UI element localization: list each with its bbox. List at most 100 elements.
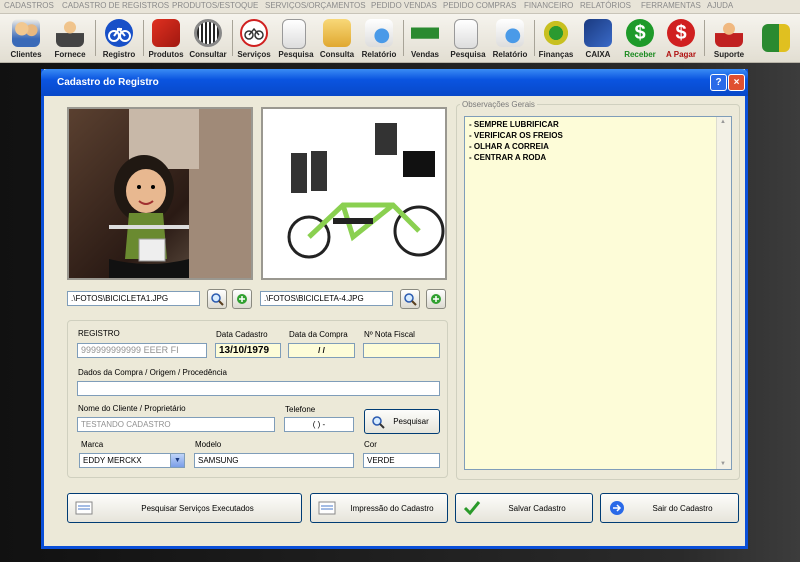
chevron-down-icon[interactable]: ▼: [170, 454, 184, 467]
data-cadastro-field[interactable]: 13/10/1979: [215, 343, 281, 358]
pesquisar-servicos-button[interactable]: Pesquisar Serviços Executados: [67, 493, 302, 523]
modelo-label: Modelo: [195, 440, 222, 449]
nota-fiscal-field[interactable]: [363, 343, 440, 358]
toolbar-fornece-button[interactable]: Fornece: [48, 16, 92, 60]
child-bicycle-photo: [109, 109, 251, 278]
observacoes-scrollbar[interactable]: ▲ ▼: [716, 117, 731, 469]
menu-relatorios[interactable]: RELATÓRIOS: [580, 1, 631, 10]
dados-compra-label: Dados da Compra / Origem / Procedência: [78, 368, 227, 377]
help-button[interactable]: ?: [710, 74, 727, 91]
toolbar-produtos-button[interactable]: Produtos: [146, 16, 186, 60]
toolbar-pesquisa-button[interactable]: Pesquisa: [276, 16, 316, 60]
data-compra-field[interactable]: / /: [288, 343, 355, 358]
finance-icon: [542, 19, 570, 47]
marca-select[interactable]: EDDY MERCKX ▼: [79, 453, 185, 468]
dollar-green-icon: $: [626, 19, 654, 47]
toolbar-registro-button[interactable]: Registro: [98, 16, 140, 60]
users-icon: [12, 19, 40, 47]
menu-ferramentas[interactable]: FERRAMENTAS: [641, 1, 701, 10]
sair-button[interactable]: Sair do Cadastro: [600, 493, 739, 523]
photo1-search-button[interactable]: [207, 289, 227, 309]
toolbar-vendas-button[interactable]: Vendas: [405, 16, 445, 60]
impressao-button[interactable]: Impressão do Cadastro: [310, 493, 448, 523]
support-icon: [715, 19, 743, 47]
box-icon: [152, 19, 180, 47]
menu-pedido-vendas[interactable]: PEDIDO VENDAS: [371, 1, 437, 10]
menu-cadastro-registros[interactable]: CADASTRO DE REGISTROS: [62, 1, 169, 10]
toolbar-consultar-button[interactable]: Consultar: [187, 16, 229, 60]
checkmark-icon: [463, 501, 481, 516]
arrow-right-circle-icon: [610, 501, 624, 515]
supplier-icon: [56, 19, 84, 47]
add-green-icon: [431, 294, 441, 304]
menu-financeiro[interactable]: FINANCEIRO: [524, 1, 573, 10]
menu-produtos-estoque[interactable]: PRODUTOS/ESTOQUE: [172, 1, 258, 10]
menu-ajuda[interactable]: AJUDA: [707, 1, 733, 10]
pesquisar-cliente-button[interactable]: Pesquisar: [364, 409, 440, 434]
toolbar-exit-button[interactable]: [757, 16, 795, 60]
folder-icon: [323, 19, 351, 47]
toolbar-receber-button[interactable]: $ Receber: [620, 16, 660, 60]
barcode-icon: [194, 19, 222, 47]
cliente-field[interactable]: TESTANDO CADASTRO: [77, 417, 275, 432]
photo-1: [67, 107, 253, 280]
photo-2: [261, 107, 447, 280]
cor-field[interactable]: VERDE: [363, 453, 440, 468]
document-list-icon: [75, 501, 93, 515]
observacao-line: - CENTRAR A RODA: [469, 153, 547, 162]
registro-field[interactable]: 999999999999 EEER FI: [77, 343, 207, 358]
toolbar-relatorio2-button[interactable]: Relatório: [489, 16, 531, 60]
exit-door-icon: [762, 24, 790, 52]
modelo-field[interactable]: SAMSUNG: [194, 453, 354, 468]
cor-label: Cor: [364, 440, 377, 449]
dialog-title: Cadastro do Registro: [57, 77, 159, 88]
menu-bar: CADASTROS CADASTRO DE REGISTROS PRODUTOS…: [0, 0, 800, 14]
close-button[interactable]: ×: [728, 74, 745, 91]
data-compra-label: Data da Compra: [289, 330, 348, 339]
photo1-add-button[interactable]: [232, 289, 252, 309]
tandem-bicycle-photo: [287, 123, 445, 259]
document-search-icon: [454, 19, 478, 49]
magnifier-icon: [404, 293, 417, 306]
toolbar: Clientes Fornece Registro Produtos Consu…: [0, 14, 800, 63]
observacoes-label: Observações Gerais: [460, 100, 537, 109]
toolbar-caixa-button[interactable]: CAIXA: [578, 16, 618, 60]
dados-compra-field[interactable]: [77, 381, 440, 396]
document-list-icon: [318, 501, 336, 515]
toolbar-apagar-button[interactable]: $ A Pagar: [661, 16, 701, 60]
toolbar-pesquisa2-button[interactable]: Pesquisa: [448, 16, 488, 60]
toolbar-servicos-button[interactable]: Serviços: [234, 16, 274, 60]
observacoes-textarea[interactable]: - SEMPRE LUBRIFICAR - VERIFICAR OS FREIO…: [464, 116, 732, 470]
bicycle-service-icon: [240, 19, 268, 47]
observacao-line: - VERIFICAR OS FREIOS: [469, 131, 563, 140]
toolbar-consulta-button[interactable]: Consulta: [317, 16, 357, 60]
menu-cadastros[interactable]: CADASTROS: [4, 1, 54, 10]
toolbar-relatorio-button[interactable]: Relatório: [358, 16, 400, 60]
search-person-icon: [372, 416, 385, 429]
marca-value: EDDY MERCKX: [83, 456, 142, 465]
scroll-down-icon[interactable]: ▼: [720, 461, 726, 467]
menu-servicos-orcamentos[interactable]: SERVIÇOS/ORÇAMENTOS: [265, 1, 366, 10]
report-icon: [365, 19, 393, 47]
telefone-field[interactable]: ( ) -: [284, 417, 354, 432]
dollar-red-icon: $: [667, 19, 695, 47]
menu-pedido-compras[interactable]: PEDIDO COMPRAS: [443, 1, 516, 10]
scroll-up-icon[interactable]: ▲: [720, 119, 726, 125]
dialog-titlebar[interactable]: Cadastro do Registro ? ×: [41, 69, 748, 96]
salvar-button[interactable]: Salvar Cadastro: [455, 493, 593, 523]
data-cadastro-label: Data Cadastro: [216, 330, 268, 339]
toolbar-financas-button[interactable]: Finanças: [536, 16, 576, 60]
report-icon: [496, 19, 524, 47]
observacao-line: - OLHAR A CORREIA: [469, 142, 549, 151]
marca-label: Marca: [81, 440, 104, 449]
photo2-search-button[interactable]: [400, 289, 420, 309]
magnifier-icon: [211, 293, 224, 306]
photo2-path-field[interactable]: .\FOTOS\BICICLETA-4.JPG: [260, 291, 393, 306]
photo1-path-field[interactable]: .\FOTOS\BICICLETA1.JPG: [67, 291, 200, 306]
toolbar-clientes-button[interactable]: Clientes: [4, 16, 48, 60]
registro-label: REGISTRO: [78, 329, 120, 338]
observacao-line: - SEMPRE LUBRIFICAR: [469, 120, 559, 129]
cash-register-icon: [584, 19, 612, 47]
photo2-add-button[interactable]: [426, 289, 446, 309]
toolbar-suporte-button[interactable]: Suporte: [707, 16, 751, 60]
